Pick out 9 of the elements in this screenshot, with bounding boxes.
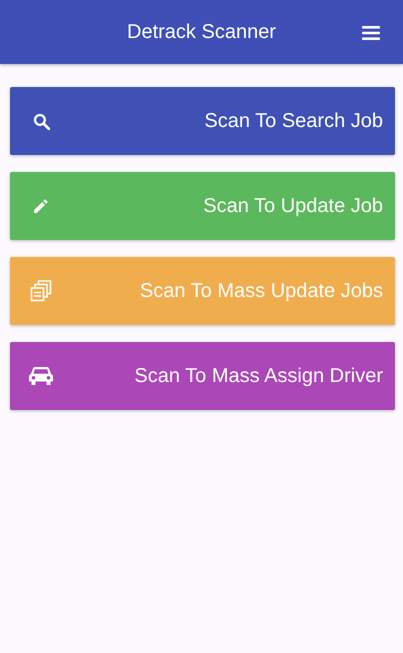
scan-button[interactable]: Scan To Search Job [10, 87, 395, 155]
app-title: Detrack Scanner [127, 20, 276, 44]
stacked-pages-icon [30, 280, 52, 302]
search-icon [32, 112, 50, 130]
car-icon [28, 366, 54, 386]
scan-button[interactable]: Scan To Update Job [10, 172, 395, 240]
scan-button[interactable]: Scan To Mass Assign Driver [10, 342, 395, 410]
menu-icon[interactable] [362, 26, 380, 40]
pencil-icon [33, 198, 49, 214]
